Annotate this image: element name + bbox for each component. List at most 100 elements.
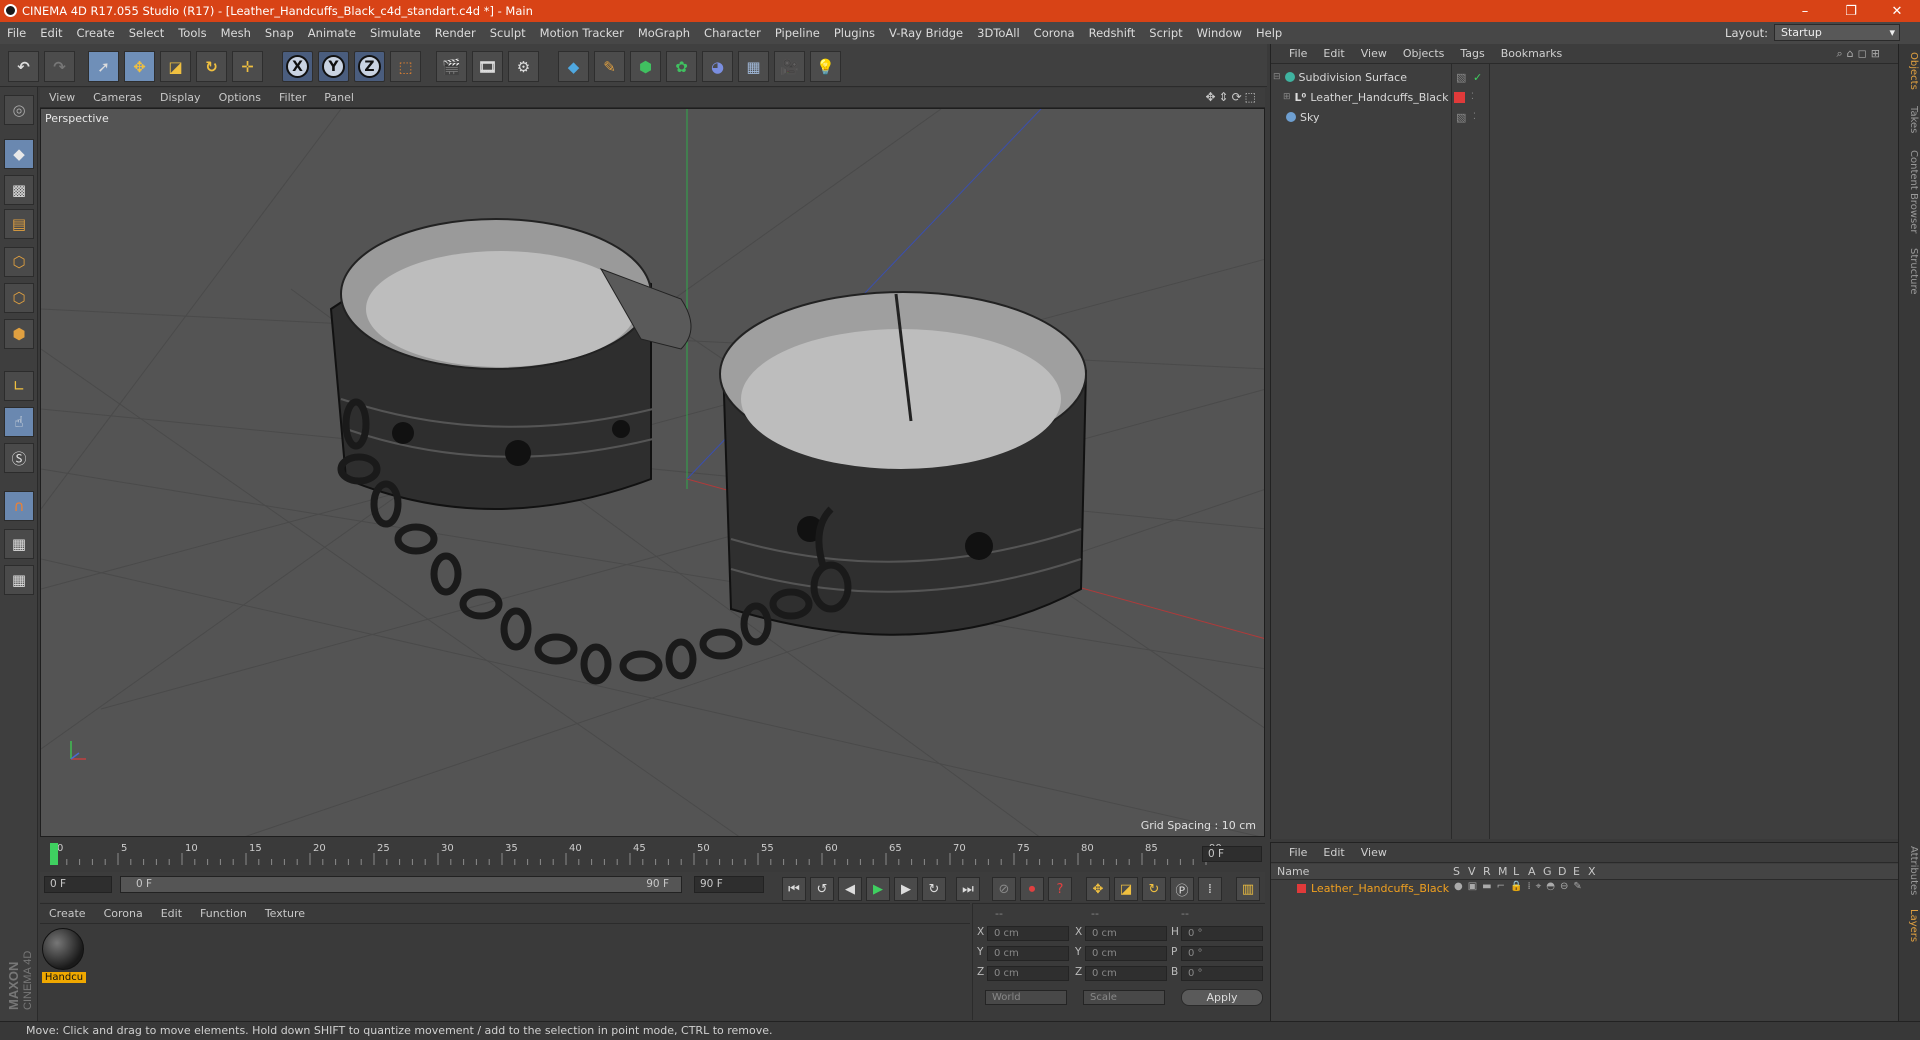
viewport-menu-view[interactable]: View: [40, 91, 84, 104]
apply-button[interactable]: Apply: [1181, 989, 1263, 1006]
cube-primitive-icon[interactable]: ◆: [558, 51, 589, 82]
menu-mesh[interactable]: Mesh: [214, 26, 258, 40]
size-z-field[interactable]: 0 cm: [1085, 966, 1167, 981]
undo-icon[interactable]: ↶: [8, 51, 39, 82]
menu-character[interactable]: Character: [697, 26, 768, 40]
texture-mode-icon[interactable]: ▩: [4, 175, 34, 205]
position-x-field[interactable]: 0 cm: [987, 926, 1069, 941]
viewport-menu-filter[interactable]: Filter: [270, 91, 315, 104]
tab-content-browser[interactable]: Content Browser: [1901, 148, 1919, 236]
material-swatch[interactable]: Handcu: [42, 928, 86, 986]
om-menu-tags[interactable]: Tags: [1452, 47, 1492, 60]
render-view-icon[interactable]: 🎬: [436, 51, 467, 82]
polygons-mode-icon[interactable]: ⬢: [4, 319, 34, 349]
size-y-field[interactable]: 0 cm: [1085, 946, 1167, 961]
menu-corona[interactable]: Corona: [1027, 26, 1082, 40]
tab-attributes[interactable]: Attributes: [1901, 844, 1919, 898]
object-row[interactable]: ⊟ Subdivision Surface ▧ ✓: [1273, 68, 1793, 86]
lm-menu-view[interactable]: View: [1353, 846, 1395, 859]
om-menu-file[interactable]: File: [1281, 47, 1315, 60]
visibility-dots-icon[interactable]: ⁚: [1471, 92, 1474, 102]
floor-icon[interactable]: ▦: [738, 51, 769, 82]
menu-tools[interactable]: Tools: [171, 26, 213, 40]
material-menu-texture[interactable]: Texture: [256, 907, 314, 920]
render-settings-icon[interactable]: ⚙: [508, 51, 539, 82]
key-parameter-icon[interactable]: Ⓟ: [1170, 877, 1194, 901]
column-r[interactable]: R: [1483, 865, 1491, 878]
autokey-icon[interactable]: ?: [1048, 877, 1072, 901]
maximize-button[interactable]: ❐: [1828, 0, 1874, 22]
tweak-mode-icon[interactable]: ☝: [4, 407, 34, 437]
menu-select[interactable]: Select: [122, 26, 171, 40]
material-menu-edit[interactable]: Edit: [152, 907, 191, 920]
camera-icon[interactable]: 🎥: [774, 51, 805, 82]
scale-tool-icon[interactable]: ◪: [160, 51, 191, 82]
solo-mode-icon[interactable]: Ⓢ: [4, 443, 34, 473]
menu-plugins[interactable]: Plugins: [827, 26, 882, 40]
lm-menu-file[interactable]: File: [1281, 846, 1315, 859]
position-y-field[interactable]: 0 cm: [987, 946, 1069, 961]
record-icon[interactable]: ⏺: [1020, 877, 1044, 901]
key-rotation-icon[interactable]: ↻: [1142, 877, 1166, 901]
frame-range-slider[interactable]: 0 F 90 F: [120, 876, 682, 893]
menu-render[interactable]: Render: [428, 26, 483, 40]
deformer-icon[interactable]: ◕: [702, 51, 733, 82]
redo-icon[interactable]: ↷: [44, 51, 75, 82]
key-position-icon[interactable]: ✥: [1086, 877, 1110, 901]
make-editable-icon[interactable]: ◎: [4, 95, 34, 125]
start-frame-field[interactable]: 0 F: [44, 876, 112, 893]
perspective-viewport[interactable]: Perspective Grid Spacing : 10 cm: [40, 108, 1265, 837]
viewport-menu-panel[interactable]: Panel: [315, 91, 363, 104]
spline-pen-icon[interactable]: ✎: [594, 51, 625, 82]
planar-workplane-icon[interactable]: ▦: [4, 565, 34, 595]
layer-color-swatch[interactable]: [1297, 884, 1306, 893]
next-key-icon[interactable]: ↻: [922, 877, 946, 901]
column-v[interactable]: V: [1468, 865, 1476, 878]
keyframe-selection-icon[interactable]: ⊘: [992, 877, 1016, 901]
column-e[interactable]: E: [1573, 865, 1580, 878]
points-mode-icon[interactable]: ⬡: [4, 247, 34, 277]
menu-redshift[interactable]: Redshift: [1082, 26, 1143, 40]
om-search-icon[interactable]: ⌕⌂◻⊞: [1829, 47, 1893, 61]
viewport-menu-cameras[interactable]: Cameras: [84, 91, 151, 104]
transform-tool-icon[interactable]: ✛: [232, 51, 263, 82]
close-button[interactable]: ✕: [1874, 0, 1920, 22]
enabled-check-icon[interactable]: ✓: [1473, 71, 1482, 84]
menu-mograph[interactable]: MoGraph: [631, 26, 697, 40]
model-mode-icon[interactable]: ◆: [4, 139, 34, 169]
rotation-h-field[interactable]: 0 °: [1181, 926, 1263, 941]
rotation-b-field[interactable]: 0 °: [1181, 966, 1263, 981]
light-icon[interactable]: 💡: [810, 51, 841, 82]
snap-magnet-icon[interactable]: ∩: [4, 491, 34, 521]
tab-layers[interactable]: Layers: [1901, 906, 1919, 946]
object-row[interactable]: Sky ▧ ⁚: [1273, 108, 1793, 126]
minimize-button[interactable]: –: [1782, 0, 1828, 22]
render-picture-viewer-icon[interactable]: 🎞: [472, 51, 503, 82]
tab-structure[interactable]: Structure: [1901, 244, 1919, 298]
menu-3dtoall[interactable]: 3DToAll: [970, 26, 1027, 40]
menu-motion-tracker[interactable]: Motion Tracker: [533, 26, 631, 40]
column-x[interactable]: X: [1588, 865, 1596, 878]
next-frame-icon[interactable]: ▶: [894, 877, 918, 901]
edges-mode-icon[interactable]: ⬡: [4, 283, 34, 313]
material-menu-corona[interactable]: Corona: [95, 907, 152, 920]
end-frame-field[interactable]: 90 F: [694, 876, 764, 893]
visibility-dots-icon[interactable]: ⁚: [1473, 112, 1476, 122]
editor-visibility-icon[interactable]: ▧: [1456, 71, 1466, 84]
previous-frame-icon[interactable]: ◀: [838, 877, 862, 901]
tab-objects[interactable]: Objects: [1901, 50, 1919, 92]
viewport-menu-options[interactable]: Options: [210, 91, 270, 104]
rotate-tool-icon[interactable]: ↻: [196, 51, 227, 82]
menu-file[interactable]: File: [0, 26, 33, 40]
x-axis-lock-icon[interactable]: X: [282, 51, 313, 82]
om-menu-bookmarks[interactable]: Bookmarks: [1493, 47, 1570, 60]
column-m[interactable]: M: [1498, 865, 1508, 878]
z-axis-lock-icon[interactable]: Z: [354, 51, 385, 82]
move-tool-icon[interactable]: ✥: [124, 51, 155, 82]
menu-snap[interactable]: Snap: [258, 26, 301, 40]
menu-pipeline[interactable]: Pipeline: [768, 26, 827, 40]
menu-help[interactable]: Help: [1249, 26, 1289, 40]
viewport-menu-display[interactable]: Display: [151, 91, 210, 104]
column-l[interactable]: L: [1513, 865, 1519, 878]
workplane-icon[interactable]: ▤: [4, 209, 34, 239]
